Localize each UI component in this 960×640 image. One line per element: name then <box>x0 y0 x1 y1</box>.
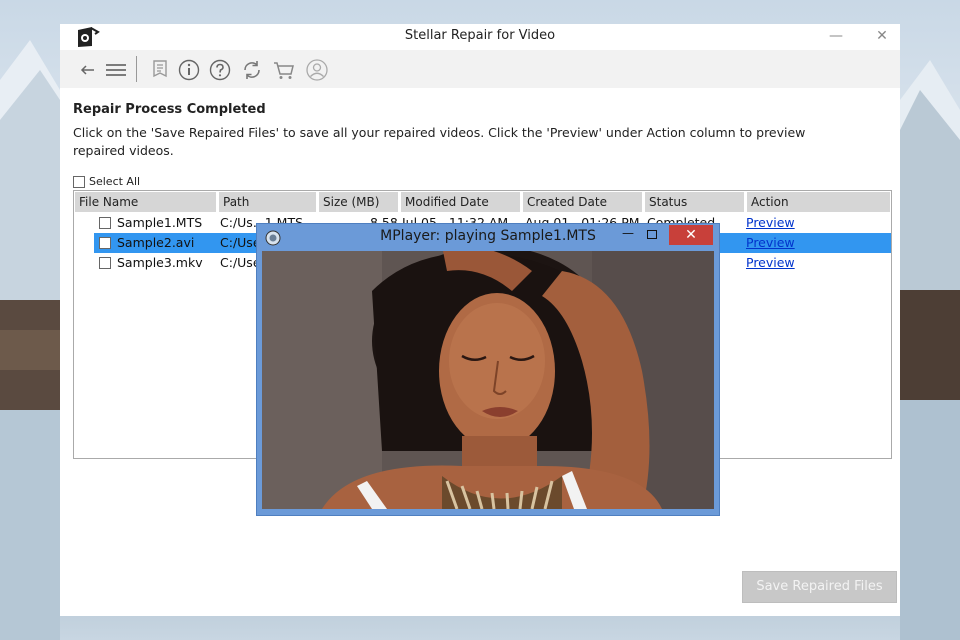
menu-icon[interactable] <box>104 58 128 82</box>
preview-link[interactable]: Preview <box>746 253 795 273</box>
mplayer-maximize-button[interactable] <box>647 230 657 239</box>
select-all-label: Select All <box>89 175 141 188</box>
column-header-file-name[interactable]: File Name <box>75 192 216 212</box>
toolbar <box>60 50 900 88</box>
mplayer-window: MPlayer: playing Sample1.MTS — ✕ <box>256 223 720 516</box>
preview-link[interactable]: Preview <box>746 233 795 253</box>
save-repaired-files-button[interactable]: Save Repaired Files <box>742 571 897 603</box>
cart-icon[interactable] <box>272 58 296 82</box>
column-header-path[interactable]: Path <box>219 192 316 212</box>
desktop-background-right <box>900 0 960 640</box>
row-checkbox[interactable] <box>99 237 111 249</box>
help-icon[interactable] <box>208 58 232 82</box>
mplayer-close-button[interactable]: ✕ <box>669 225 713 245</box>
toolbar-separator <box>136 56 137 82</box>
select-all[interactable]: Select All <box>73 171 141 188</box>
title-bar: Stellar Repair for Video — ✕ <box>60 24 900 50</box>
save-report-icon[interactable] <box>148 58 172 82</box>
refresh-icon[interactable] <box>240 58 264 82</box>
row-checkbox[interactable] <box>99 257 111 269</box>
video-frame[interactable] <box>262 251 714 509</box>
file-path: C:/Use <box>220 235 261 250</box>
mplayer-minimize-button[interactable]: — <box>619 226 637 244</box>
column-header-action[interactable]: Action <box>747 192 890 212</box>
instructions-text: Click on the 'Save Repaired Files' to sa… <box>73 125 806 158</box>
window-title: Stellar Repair for Video <box>404 28 556 43</box>
preview-link[interactable]: Preview <box>746 213 795 233</box>
table-header: File Name Path Size (MB) Modified Date C… <box>74 191 891 212</box>
info-icon[interactable] <box>177 58 201 82</box>
file-name: Sample2.avi <box>117 235 195 250</box>
file-name: Sample3.mkv <box>117 255 203 270</box>
column-header-status[interactable]: Status <box>645 192 744 212</box>
account-icon[interactable] <box>305 58 329 82</box>
minimize-button[interactable]: — <box>826 26 846 46</box>
back-arrow-icon[interactable] <box>76 58 100 82</box>
video-still-image <box>262 251 714 509</box>
close-button[interactable]: ✕ <box>872 26 892 46</box>
select-all-checkbox[interactable] <box>73 175 85 188</box>
column-header-size[interactable]: Size (MB) <box>319 192 398 212</box>
page-title: Repair Process Completed <box>73 102 266 117</box>
column-header-created-date[interactable]: Created Date <box>523 192 642 212</box>
desktop-background-left <box>0 0 60 640</box>
column-header-modified-date[interactable]: Modified Date <box>401 192 520 212</box>
row-checkbox[interactable] <box>99 217 111 229</box>
file-name: Sample1.MTS <box>117 215 203 230</box>
mountain-scenery-left <box>0 40 60 640</box>
file-path: C:/Use <box>220 255 261 270</box>
mountain-scenery-right <box>900 60 960 640</box>
